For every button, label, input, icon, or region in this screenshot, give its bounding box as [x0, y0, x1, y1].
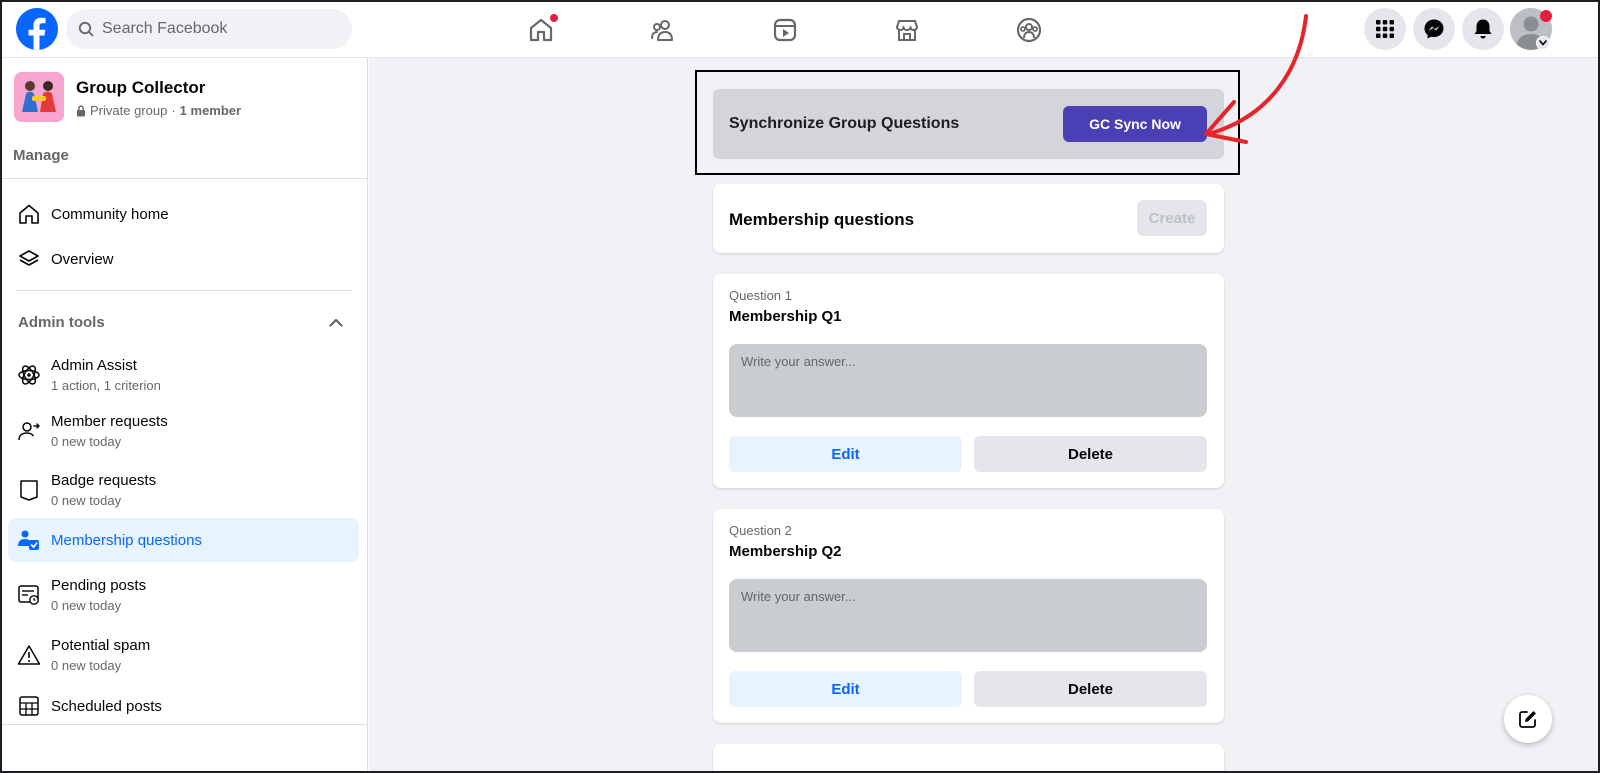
- group-meta: Private group · 1 member: [76, 103, 241, 118]
- bell-icon: [1474, 19, 1492, 39]
- sidebar-item-pending-posts[interactable]: Pending posts 0 new today: [8, 566, 359, 624]
- search-input[interactable]: [102, 20, 332, 38]
- compose-icon: [1519, 711, 1536, 728]
- group-name[interactable]: Group Collector: [76, 78, 241, 98]
- privacy-label: Private group: [90, 103, 168, 118]
- sidebar-item-label: Overview: [51, 250, 114, 268]
- sidebar-item-member-requests[interactable]: Member requests 0 new today: [8, 402, 359, 460]
- create-button[interactable]: Create: [1137, 200, 1207, 236]
- question-title: Membership Q1: [729, 308, 842, 325]
- collapse-admin-tools-button[interactable]: [324, 310, 348, 334]
- pending-posts-icon: [16, 583, 42, 607]
- badge-icon: [16, 478, 42, 502]
- calendar-grid-icon: [16, 695, 42, 717]
- new-message-button[interactable]: [1504, 695, 1552, 743]
- question-card-partial: [713, 744, 1224, 773]
- divider: [16, 290, 352, 291]
- friends-icon: [651, 20, 673, 41]
- sync-title: Synchronize Group Questions: [729, 115, 960, 132]
- home-icon: [16, 203, 42, 225]
- membership-questions-icon: [16, 528, 42, 552]
- sidebar-item-admin-assist[interactable]: Admin Assist 1 action, 1 criterion: [8, 348, 359, 402]
- sidebar-item-label: Badge requests: [51, 472, 157, 489]
- facebook-logo-icon[interactable]: [16, 8, 58, 50]
- sidebar-item-subtitle: 0 new today: [51, 493, 122, 508]
- sidebar-item-subtitle: 0 new today: [51, 658, 122, 673]
- sync-card: Synchronize Group Questions GC Sync Now: [713, 89, 1224, 159]
- avatar-notification-dot: [1540, 10, 1552, 22]
- sidebar-item-label: Scheduled posts: [51, 697, 162, 715]
- sidebar-item-label: Community home: [51, 205, 169, 223]
- sidebar-item-community-home[interactable]: Community home: [8, 192, 359, 236]
- question-card: Question 2 Membership Q2 Edit Delete: [713, 509, 1224, 723]
- search-icon: [78, 21, 94, 37]
- chevron-up-icon: [329, 318, 343, 327]
- nav-home[interactable]: [486, 6, 596, 54]
- membership-questions-header-card: Membership questions Create: [713, 184, 1224, 253]
- chevron-down-icon: [1539, 40, 1547, 46]
- home-notification-dot: [550, 14, 558, 22]
- person-arrow-icon: [16, 419, 42, 443]
- group-header[interactable]: Group Collector Private group · 1 member: [14, 72, 241, 122]
- membership-questions-title: Membership questions: [729, 210, 915, 229]
- sidebar-item-subtitle: 0 new today: [51, 434, 122, 449]
- meta-separator: ·: [171, 103, 176, 118]
- edit-button[interactable]: Edit: [729, 436, 962, 472]
- left-sidebar: Group Collector Private group · 1 member…: [2, 58, 368, 771]
- delete-button[interactable]: Delete: [974, 671, 1207, 707]
- sidebar-item-label: Pending posts: [51, 577, 147, 594]
- messenger-icon: [1424, 19, 1444, 39]
- gc-sync-now-button[interactable]: GC Sync Now: [1063, 106, 1207, 142]
- menu-button[interactable]: [1364, 8, 1406, 50]
- question-label: Question 2: [729, 523, 792, 538]
- sidebar-item-scheduled-posts[interactable]: Scheduled posts: [8, 684, 359, 728]
- nav-marketplace[interactable]: [852, 6, 962, 54]
- notifications-button[interactable]: [1462, 8, 1504, 50]
- atom-icon: [16, 363, 42, 387]
- lock-icon: [77, 104, 85, 116]
- sidebar-item-label: Potential spam: [51, 637, 151, 654]
- account-chevron[interactable]: [1536, 36, 1550, 50]
- question-title: Membership Q2: [729, 543, 842, 560]
- group-cover-thumbnail[interactable]: [14, 72, 64, 122]
- sidebar-item-membership-questions[interactable]: Membership questions: [8, 518, 359, 562]
- nav-watch[interactable]: [730, 6, 840, 54]
- search-bar[interactable]: [66, 9, 352, 49]
- layers-icon: [16, 248, 42, 270]
- sidebar-item-label: Membership questions: [51, 531, 202, 549]
- top-bar: [2, 2, 1598, 58]
- answer-field[interactable]: [729, 344, 1207, 417]
- sidebar-bottom-divider: [2, 724, 367, 725]
- sidebar-item-badge-requests[interactable]: Badge requests 0 new today: [8, 461, 359, 519]
- manage-heading: Manage: [13, 147, 69, 164]
- sidebar-item-subtitle: 1 action, 1 criterion: [51, 378, 161, 393]
- sidebar-item-overview[interactable]: Overview: [8, 237, 359, 281]
- answer-field[interactable]: [729, 579, 1207, 652]
- sidebar-item-potential-spam[interactable]: Potential spam 0 new today: [8, 626, 359, 684]
- nav-friends[interactable]: [608, 6, 718, 54]
- watch-icon: [773, 18, 797, 42]
- warning-icon: [16, 644, 42, 666]
- menu-grid-icon: [1376, 20, 1394, 38]
- question-card: Question 1 Membership Q1 Edit Delete: [713, 274, 1224, 488]
- groups-icon: [1016, 17, 1042, 43]
- marketplace-icon: [896, 20, 918, 41]
- admin-tools-heading: Admin tools: [18, 314, 105, 331]
- question-label: Question 1: [729, 288, 792, 303]
- edit-button[interactable]: Edit: [729, 671, 962, 707]
- sidebar-item-subtitle: 0 new today: [51, 598, 122, 613]
- sidebar-item-label: Admin Assist: [51, 357, 137, 374]
- nav-groups[interactable]: [974, 6, 1084, 54]
- member-count[interactable]: 1 member: [180, 103, 241, 118]
- sidebar-item-label: Member requests: [51, 413, 168, 430]
- messenger-button[interactable]: [1413, 8, 1455, 50]
- annotation-arrow-icon: [1204, 14, 1308, 144]
- divider: [2, 178, 367, 179]
- delete-button[interactable]: Delete: [974, 436, 1207, 472]
